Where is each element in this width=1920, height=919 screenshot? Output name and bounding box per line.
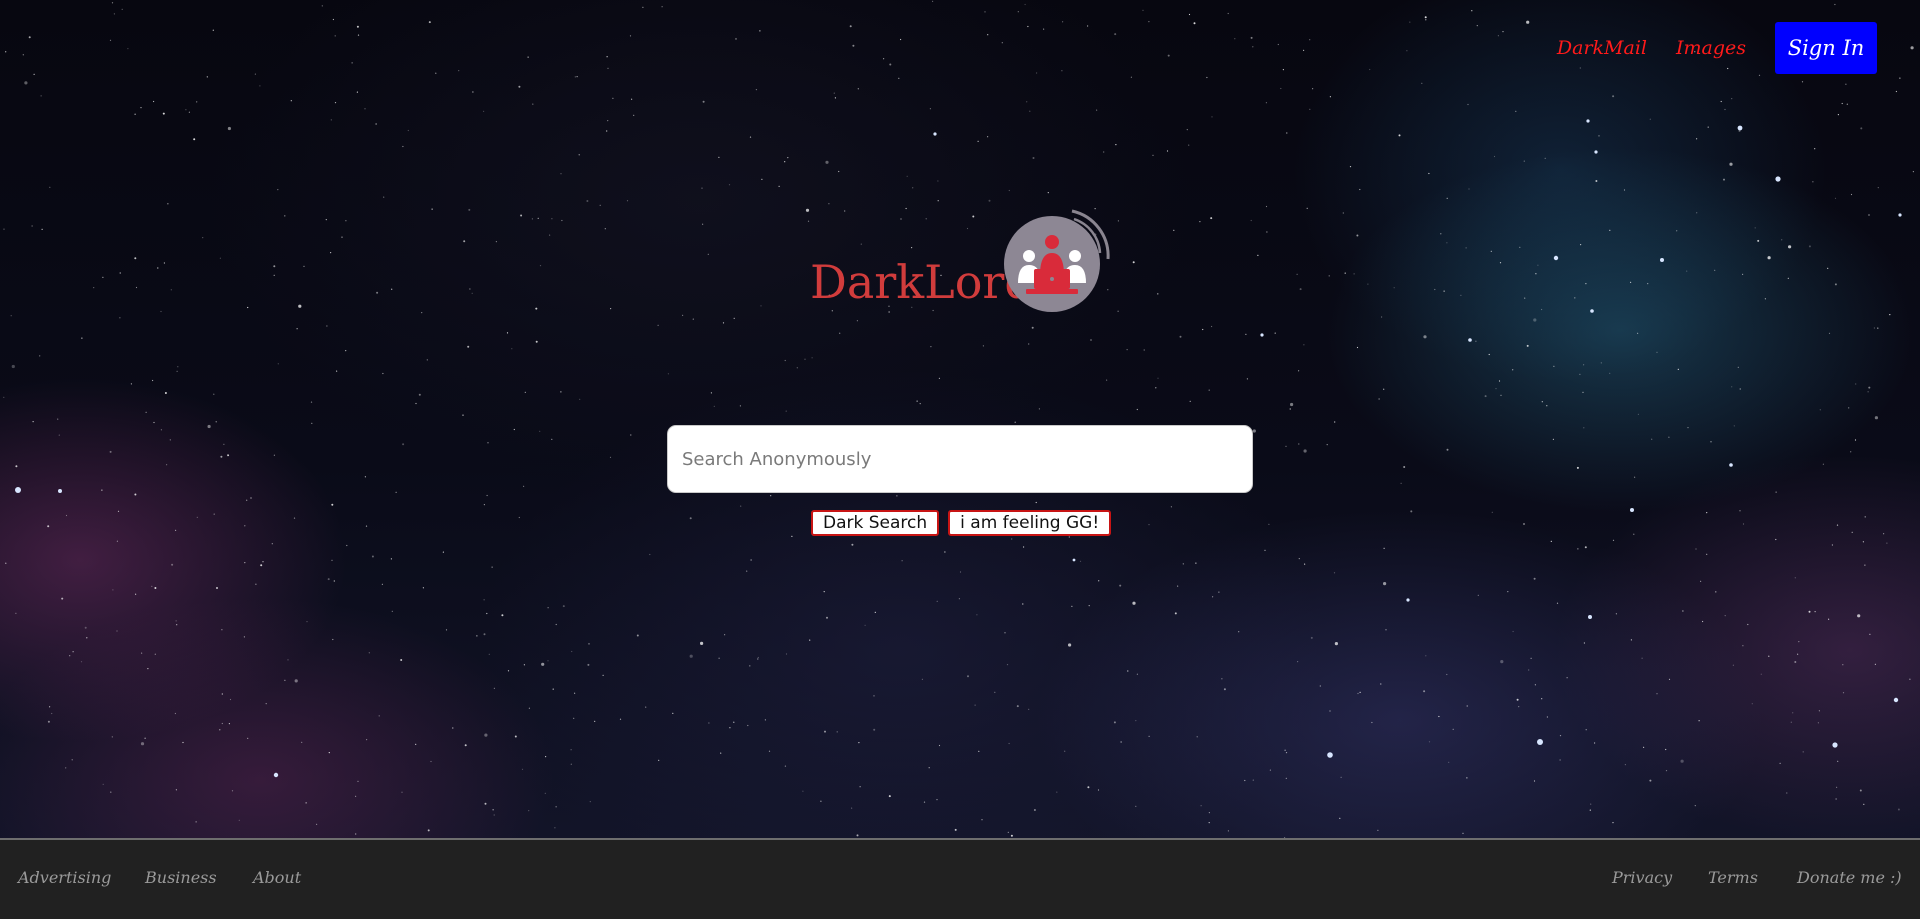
search-input[interactable]: [667, 425, 1253, 493]
footer-link-about[interactable]: About: [253, 868, 301, 887]
starfield: [3, 0, 1914, 838]
space-background: [0, 0, 1920, 838]
sign-in-button[interactable]: Sign In: [1775, 22, 1877, 74]
footer: Advertising Business About Privacy Terms…: [0, 838, 1920, 919]
footer-link-donate[interactable]: Donate me :): [1797, 868, 1902, 887]
footer-link-business[interactable]: Business: [145, 868, 217, 887]
images-link[interactable]: Images: [1676, 37, 1746, 59]
top-navigation: DarkMail Images Sign In: [1557, 22, 1877, 74]
footer-link-terms[interactable]: Terms: [1708, 868, 1758, 887]
darkmail-link[interactable]: DarkMail: [1557, 37, 1647, 59]
site-logo: DarkLord: [810, 205, 1110, 325]
hooded-figures-laptop-icon: [1004, 209, 1110, 312]
footer-link-advertising[interactable]: Advertising: [18, 868, 111, 887]
feeling-gg-button[interactable]: i am feeling GG!: [948, 510, 1112, 536]
footer-link-privacy[interactable]: Privacy: [1612, 868, 1672, 887]
dark-search-button[interactable]: Dark Search: [811, 510, 940, 536]
search-buttons: Dark Search i am feeling GG!: [811, 510, 1112, 536]
